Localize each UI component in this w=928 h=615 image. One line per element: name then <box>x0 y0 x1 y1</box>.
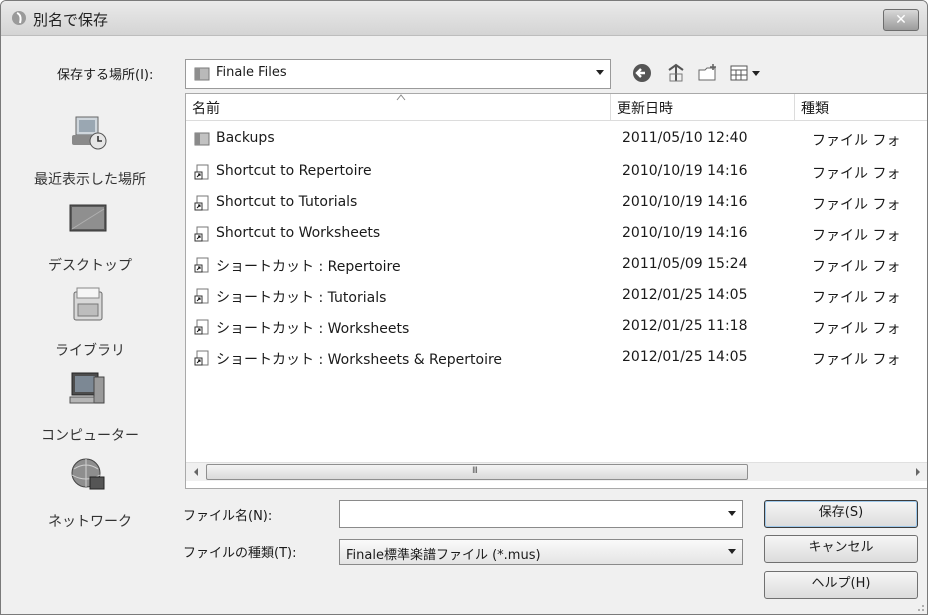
look-in-dropdown[interactable]: Finale Files <box>185 59 611 89</box>
shortcut-icon <box>194 350 209 366</box>
shortcut-icon <box>194 288 209 304</box>
up-folder-icon[interactable] <box>665 62 687 84</box>
folder-icon <box>194 67 210 81</box>
window-title: 別名で保存 <box>33 11 109 29</box>
shortcut-icon <box>194 164 209 180</box>
libraries-icon <box>73 287 103 321</box>
shortcut-icon <box>194 319 209 335</box>
view-menu-icon[interactable] <box>729 62 765 84</box>
scroll-left-icon[interactable] <box>188 464 204 480</box>
shortcut-icon <box>194 226 209 242</box>
network-icon <box>71 458 105 490</box>
place-libraries[interactable]: ライブラリ <box>2 282 178 372</box>
save-button[interactable]: 保存(S) <box>764 500 918 528</box>
help-button[interactable]: ヘルプ(H) <box>764 571 918 599</box>
new-folder-icon[interactable] <box>697 62 719 84</box>
file-row[interactable]: ショートカット : Repertoire 2011/05/09 15:24 ファ… <box>186 250 927 281</box>
column-header-type[interactable]: 種類 <box>795 94 927 121</box>
place-network[interactable]: ネットワーク <box>2 453 178 543</box>
place-label: コンピューター <box>41 428 139 444</box>
cancel-button[interactable]: キャンセル <box>764 535 918 563</box>
folder-icon <box>194 132 210 146</box>
desktop-icon <box>69 204 107 232</box>
file-row[interactable]: ショートカット : Worksheets & Repertoire 2012/0… <box>186 343 927 374</box>
resize-grip-icon[interactable] <box>913 600 925 612</box>
scrollbar-grip: III <box>472 466 478 476</box>
file-row[interactable]: Shortcut to Worksheets 2010/10/19 14:16 … <box>186 219 927 250</box>
close-icon: ✕ <box>895 12 907 28</box>
shortcut-icon <box>194 257 209 273</box>
filename-label: ファイル名(N): <box>183 509 273 524</box>
column-header-date[interactable]: 更新日時 <box>611 94 795 121</box>
app-icon <box>12 11 26 25</box>
back-icon[interactable] <box>631 62 653 84</box>
place-computer[interactable]: コンピューター <box>2 367 178 457</box>
file-row[interactable]: Shortcut to Tutorials 2010/10/19 14:16 フ… <box>186 188 927 219</box>
place-label: デスクトップ <box>48 258 132 274</box>
filename-input[interactable] <box>339 500 743 528</box>
column-header-name[interactable]: 名前 <box>186 94 611 121</box>
save-as-dialog: 別名で保存 ✕ 保存する場所(I): Finale Files 最近表示した場所… <box>0 0 928 615</box>
file-row[interactable]: Backups 2011/05/10 12:40 ファイル フォ <box>186 124 927 155</box>
place-desktop[interactable]: デスクトップ <box>2 197 178 287</box>
file-row[interactable]: Shortcut to Repertoire 2010/10/19 14:16 … <box>186 157 927 188</box>
chevron-down-icon[interactable] <box>596 70 604 75</box>
look-in-label: 保存する場所(I): <box>57 68 154 83</box>
place-label: ネットワーク <box>48 514 132 530</box>
places-bar: 最近表示した場所 デスクトップ ライブラリ コンピューター ネットワーク <box>2 89 178 541</box>
file-row[interactable]: ショートカット : Tutorials 2012/01/25 14:05 ファイ… <box>186 281 927 312</box>
scrollbar-thumb[interactable]: III <box>206 464 748 480</box>
horizontal-scrollbar[interactable]: III <box>186 462 927 481</box>
shortcut-icon <box>194 195 209 211</box>
file-list[interactable]: 名前 更新日時 種類 Backups 2011/05/10 12:40 ファイル… <box>185 93 927 489</box>
filetype-label: ファイルの種類(T): <box>183 546 297 561</box>
filetype-dropdown[interactable]: Finale標準楽譜ファイル (*.mus) <box>339 539 743 565</box>
scroll-right-icon[interactable] <box>910 464 926 480</box>
place-label: 最近表示した場所 <box>34 172 146 188</box>
title-bar[interactable]: 別名で保存 ✕ <box>1 1 927 36</box>
sort-ascending-icon <box>396 94 406 101</box>
chevron-down-icon[interactable] <box>728 511 736 516</box>
close-button[interactable]: ✕ <box>883 9 919 31</box>
chevron-down-icon[interactable] <box>728 549 736 554</box>
filetype-value: Finale標準楽譜ファイル (*.mus) <box>346 548 541 563</box>
look-in-value: Finale Files <box>216 65 287 80</box>
file-row[interactable]: ショートカット : Worksheets 2012/01/25 11:18 ファ… <box>186 312 927 343</box>
recent-places-icon <box>72 116 107 150</box>
computer-icon <box>69 372 105 404</box>
place-label: ライブラリ <box>55 343 125 359</box>
place-recent-places[interactable]: 最近表示した場所 <box>2 111 178 201</box>
